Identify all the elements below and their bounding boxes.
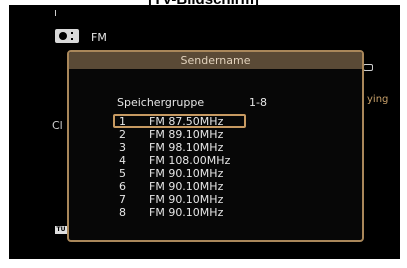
preset-item-8[interactable]: 8 FM 90.10MHz [113, 206, 313, 219]
preset-number: 2 [119, 128, 126, 141]
preset-group-value: 1-8 [249, 96, 267, 109]
preset-number: 3 [119, 141, 126, 154]
background-text-right: ying [367, 94, 389, 105]
preset-number: 1 [119, 115, 126, 128]
preset-frequency: FM 90.10MHz [149, 206, 224, 219]
preset-number: 7 [119, 193, 126, 206]
preset-frequency: FM 98.10MHz [149, 141, 224, 154]
preset-frequency: FM 90.10MHz [149, 193, 224, 206]
tuner-badge: TU [55, 226, 67, 234]
preset-group-row: Speichergruppe 1-8 [117, 96, 317, 112]
preset-number: 6 [119, 180, 126, 193]
display-icon [363, 64, 373, 71]
preset-number: 8 [119, 206, 126, 219]
preset-item-6[interactable]: 6 FM 90.10MHz [113, 180, 313, 193]
status-indicator-line [55, 10, 56, 16]
preset-group-label: Speichergruppe [117, 96, 205, 109]
source-label: FM [91, 31, 107, 44]
preset-number: 4 [119, 154, 126, 167]
preset-item-4[interactable]: 4 FM 108.00MHz [113, 154, 313, 167]
radio-icon [55, 29, 79, 43]
preset-item-3[interactable]: 3 FM 98.10MHz [113, 141, 313, 154]
preset-item-1[interactable]: 1 FM 87.50MHz [113, 114, 313, 128]
background-text-left: Cl [52, 119, 63, 132]
tv-screen: FM Cl ying TU Sendername Speichergruppe … [9, 5, 400, 259]
preset-item-5[interactable]: 5 FM 90.10MHz [113, 167, 313, 180]
preset-item-2[interactable]: 2 FM 89.10MHz [113, 128, 313, 141]
preset-number: 5 [119, 167, 126, 180]
preset-list: 1 FM 87.50MHz 2 FM 89.10MHz 3 FM 98.10MH… [113, 114, 313, 219]
preset-item-7[interactable]: 7 FM 90.10MHz [113, 193, 313, 206]
preset-frequency: FM 87.50MHz [149, 115, 224, 128]
preset-frequency: FM 108.00MHz [149, 154, 231, 167]
station-name-dialog: Sendername Speichergruppe 1-8 1 FM 87.50… [67, 50, 364, 242]
dialog-title: Sendername [69, 52, 362, 69]
preset-frequency: FM 90.10MHz [149, 167, 224, 180]
preset-frequency: FM 89.10MHz [149, 128, 224, 141]
preset-frequency: FM 90.10MHz [149, 180, 224, 193]
